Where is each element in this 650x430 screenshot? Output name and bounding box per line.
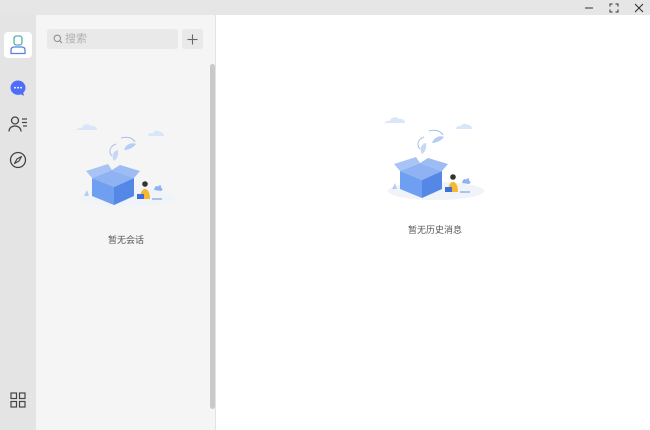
search-box[interactable] (47, 29, 178, 49)
conversation-panel: 暂无会话 (36, 15, 216, 430)
sidebar-scrollbar[interactable] (210, 64, 215, 409)
empty-conversations-text: 暂无会话 (107, 235, 144, 245)
add-conversation-button[interactable] (182, 29, 203, 49)
compass-icon (9, 151, 27, 169)
empty-conversations-illustration (76, 124, 176, 207)
nav-rail (0, 15, 36, 430)
user-card-icon (10, 35, 26, 55)
maximize-button[interactable] (603, 0, 625, 15)
search-icon (53, 34, 63, 44)
maximize-icon (609, 3, 619, 12)
grid-icon (10, 392, 26, 408)
close-icon (634, 3, 644, 12)
title-bar (0, 0, 650, 15)
empty-history-text: 暂无历史消息 (407, 225, 462, 235)
rail-item-apps[interactable] (4, 387, 32, 413)
empty-history-illustration (384, 117, 484, 200)
plus-icon (187, 34, 198, 44)
rail-item-profile[interactable] (4, 32, 32, 58)
close-button[interactable] (628, 0, 650, 15)
chat-bubble-icon (10, 80, 26, 96)
contacts-icon (8, 116, 27, 132)
chat-main-area: 暂无历史消息 (216, 15, 650, 430)
minimize-button[interactable] (578, 0, 600, 15)
rail-item-discover[interactable] (4, 147, 32, 173)
search-input[interactable] (63, 33, 165, 45)
rail-item-messages[interactable] (4, 75, 32, 101)
minimize-icon (585, 7, 593, 8)
rail-item-contacts[interactable] (4, 111, 32, 137)
